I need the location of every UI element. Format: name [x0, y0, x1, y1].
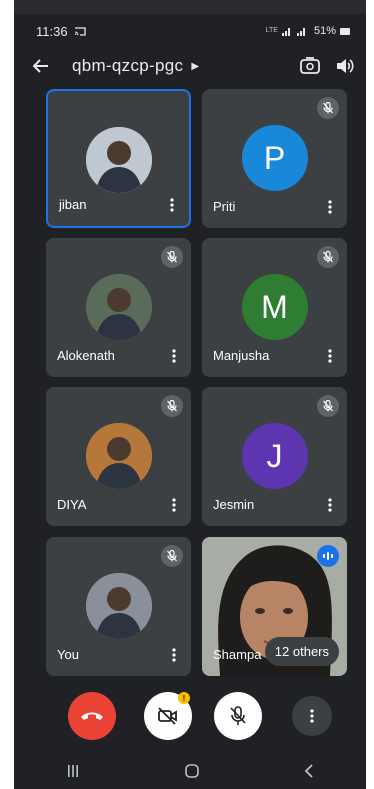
phone-screen: 11:36 LTE 51% qbm-qzcp-pgc ▶ jiban P Priti…	[14, 0, 366, 789]
camera-off-icon	[158, 707, 177, 725]
participant-name: DIYA	[57, 497, 87, 512]
participant-name: Manjusha	[213, 348, 270, 363]
meeting-header: qbm-qzcp-pgc ▶	[14, 48, 366, 84]
phone-hangup-icon	[81, 712, 103, 720]
avatar: J	[241, 423, 308, 489]
back-button[interactable]	[26, 51, 56, 81]
system-nav-bar	[14, 752, 366, 789]
arrow-left-icon	[33, 59, 48, 73]
participant-options-button[interactable]	[167, 196, 177, 214]
more-options-button[interactable]	[292, 696, 332, 736]
switch-camera-icon[interactable]	[300, 57, 320, 75]
avatar-photo	[85, 127, 152, 193]
participant-tile[interactable]: J Jesmin	[202, 387, 347, 526]
avatar	[85, 127, 152, 193]
muted-indicator	[317, 395, 339, 417]
participant-options-button[interactable]	[325, 347, 335, 365]
caret-right-icon[interactable]: ▶	[191, 61, 199, 72]
participant-video-tile[interactable]: Shampa 12 others	[202, 537, 347, 676]
battery-percent: 51%	[313, 25, 336, 37]
end-call-button[interactable]	[68, 692, 116, 740]
participant-options-button[interactable]	[169, 646, 179, 664]
more-vert-icon	[328, 498, 332, 512]
participant-tile[interactable]: DIYA	[46, 387, 191, 526]
status-time: 11:36	[36, 23, 68, 39]
participant-name: Priti	[213, 199, 236, 214]
avatar-photo	[85, 423, 152, 489]
mic-off-icon	[167, 251, 177, 263]
more-vert-icon	[172, 648, 176, 662]
mic-off-icon	[323, 400, 333, 412]
more-vert-icon	[328, 349, 332, 363]
mic-off-icon	[167, 400, 177, 412]
avatar-initial: J	[266, 437, 283, 474]
participant-options-button[interactable]	[169, 347, 179, 365]
mic-off-icon	[323, 102, 333, 114]
muted-indicator	[161, 246, 183, 268]
home-icon[interactable]	[184, 763, 200, 779]
participant-name: Alokenath	[57, 348, 115, 363]
call-controls: !	[14, 688, 366, 744]
avatar	[85, 573, 152, 639]
status-bar: 11:36 LTE 51%	[14, 14, 366, 48]
signal-icon	[281, 28, 305, 36]
muted-indicator	[161, 395, 183, 417]
others-chip[interactable]: 12 others	[264, 637, 339, 666]
mic-toggle-button[interactable]	[214, 692, 262, 740]
camera-alert-badge: !	[178, 692, 190, 704]
participant-name: You	[57, 647, 79, 662]
cast-icon	[74, 27, 86, 36]
mic-off-icon	[167, 550, 177, 562]
avatar-initial: M	[261, 288, 288, 325]
avatar: P	[241, 125, 308, 191]
avatar-photo	[85, 573, 152, 639]
participant-tile[interactable]: You	[46, 537, 191, 676]
camera-toggle-button[interactable]: !	[144, 692, 192, 740]
avatar: M	[241, 274, 308, 340]
avatar-photo	[85, 274, 152, 340]
participant-tile[interactable]: P Priti	[202, 89, 347, 228]
mic-off-icon	[230, 706, 246, 725]
avatar	[85, 274, 152, 340]
more-vert-icon	[328, 200, 332, 214]
more-vert-icon	[172, 349, 176, 363]
back-nav-icon[interactable]	[304, 763, 314, 778]
more-vert-icon	[170, 198, 174, 212]
participant-name: jiban	[59, 197, 87, 212]
avatar-initial: P	[263, 139, 286, 176]
mic-off-icon	[323, 251, 333, 263]
participant-name: Shampa	[213, 647, 262, 662]
muted-indicator	[161, 545, 183, 567]
participant-tile[interactable]: jiban	[46, 89, 191, 228]
participant-options-button[interactable]	[169, 496, 179, 514]
meeting-code[interactable]: qbm-qzcp-pgc	[72, 56, 183, 76]
muted-indicator	[317, 246, 339, 268]
battery-icon	[340, 27, 350, 35]
more-vert-icon	[310, 709, 314, 723]
avatar	[85, 423, 152, 489]
speaker-icon[interactable]	[336, 58, 354, 74]
participant-options-button[interactable]	[325, 496, 335, 514]
participant-name: Jesmin	[213, 497, 255, 512]
participant-tile[interactable]: M Manjusha	[202, 238, 347, 377]
recent-apps-icon[interactable]	[66, 764, 80, 778]
speaking-indicator-icon	[317, 545, 339, 567]
participant-options-button[interactable]	[325, 198, 335, 216]
more-vert-icon	[172, 498, 176, 512]
network-label: LTE	[265, 27, 278, 34]
muted-indicator	[317, 97, 339, 119]
participant-tile[interactable]: Alokenath	[46, 238, 191, 377]
